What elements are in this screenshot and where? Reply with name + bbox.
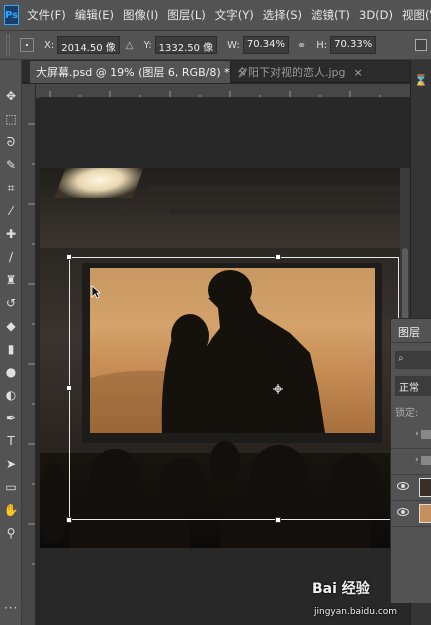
menu-image[interactable]: 图像(I) [123,7,158,23]
warp-toggle-icon[interactable] [415,39,427,51]
eyedropper-tool-icon[interactable]: ⁄ [3,203,19,219]
blend-mode-select[interactable]: 正常 [395,376,431,396]
chevron-right-icon[interactable]: › [415,455,419,465]
clone-stamp-tool-icon[interactable]: ♜ [3,272,19,288]
tab-active-label: 大屏幕.psd @ 19% (图层 6, RGB/8) * [36,66,230,79]
transform-handle-bottom-left[interactable] [66,517,72,523]
path-selection-tool-icon[interactable]: ➤ [3,456,19,472]
cursor-arrow-icon [91,285,101,299]
history-panel-icon[interactable]: ⌛ [414,74,428,87]
menu-edit[interactable]: 编辑(E) [75,7,114,23]
horizontal-ruler-ticks [49,91,381,97]
photoshop-logo[interactable]: Ps [4,5,20,25]
layer-row[interactable] [391,475,431,501]
menu-type[interactable]: 文字(Y) [215,7,254,23]
folder-icon [421,430,431,439]
y-field[interactable]: 1332.50 像 [154,36,218,54]
type-tool-icon[interactable]: T [3,433,19,449]
options-bar: X: 2014.50 像 △ Y: 1332.50 像 W: 70.34% ⚭ … [0,30,431,60]
zoom-tool-icon[interactable]: ⚲ [3,525,19,541]
layers-panel-title[interactable]: 图层 [391,319,431,343]
w-label: W: [227,39,240,51]
watermark-url: jingyan.baidu.com [314,607,398,617]
more-tools-icon[interactable]: ··· [4,601,18,615]
gradient-tool-icon[interactable]: ▮ [3,341,19,357]
vertical-ruler-ticks [28,123,35,565]
y-label: Y: [143,39,152,51]
hand-tool-icon[interactable]: ✋ [3,502,19,518]
brush-tool-icon[interactable]: ∕ [3,249,19,265]
shape-tool-icon[interactable]: ▭ [3,479,19,495]
reference-point-icon[interactable] [20,38,34,52]
healing-brush-tool-icon[interactable]: ✚ [3,226,19,242]
transform-handle-left[interactable] [66,385,72,391]
menu-bar: Ps 文件(F) 编辑(E) 图像(I) 图层(L) 文字(Y) 选择(S) 滤… [0,0,431,30]
layer-filter-search[interactable]: ⌕ [395,351,431,369]
tools-panel: ✥ ⬚ ᘐ ✎ ⌗ ⁄ ✚ ∕ ♜ ↺ ◆ ▮ ● ◐ ✒ T ➤ ▭ ✋ ⚲ … [0,60,22,625]
transform-handle-top[interactable] [275,254,281,260]
layer-group-row[interactable]: › [391,449,431,475]
move-tool-icon[interactable]: ✥ [3,88,19,104]
eraser-tool-icon[interactable]: ◆ [3,318,19,334]
vertical-ruler[interactable] [22,84,36,625]
layer-thumbnail [419,504,431,523]
options-grip[interactable] [6,35,10,55]
history-brush-tool-icon[interactable]: ↺ [3,295,19,311]
layer-group-row[interactable]: › [391,423,431,449]
quick-select-tool-icon[interactable]: ✎ [3,157,19,173]
menu-3d[interactable]: 3D(D) [359,8,393,22]
x-label: X: [44,39,55,51]
w-field[interactable]: 70.34% [242,36,289,54]
layer-thumbnail [419,478,431,497]
visibility-eye-icon[interactable] [397,482,409,490]
dodge-tool-icon[interactable]: ◐ [3,387,19,403]
delta-icon[interactable]: △ [126,40,134,51]
transform-handle-bottom[interactable] [275,517,281,523]
watermark-brand: Bai 经验 [312,581,370,597]
close-icon[interactable]: × [354,66,363,79]
transform-center-icon[interactable] [273,384,283,394]
tab-inactive-document[interactable]: 夕阳下对视的恋人.jpg × [230,61,410,83]
h-label: H: [316,39,328,51]
audience-head [40,463,66,543]
search-icon: ⌕ [398,353,404,364]
menu-filter[interactable]: 滤镜(T) [311,7,350,23]
x-field[interactable]: 2014.50 像 [57,36,120,54]
transform-bounding-box[interactable] [69,257,399,520]
h-field[interactable]: 70.33% [330,36,377,54]
lock-label: 锁定: [395,408,419,419]
ceiling-beam [150,186,400,192]
chevron-right-icon[interactable]: › [415,429,419,439]
pen-tool-icon[interactable]: ✒ [3,410,19,426]
blur-tool-icon[interactable]: ● [3,364,19,380]
baidu-jingyan-watermark: Bai 经验 jingyan.baidu.com [312,578,427,622]
layers-panel: 图层 ⌕ 正常 锁定: › › [390,318,431,603]
folder-icon [421,456,431,465]
ceiling-beam [170,208,400,214]
marquee-tool-icon[interactable]: ⬚ [3,111,19,127]
document-tabs: 大屏幕.psd @ 19% (图层 6, RGB/8) * × 夕阳下对视的恋人… [22,61,431,83]
menu-select[interactable]: 选择(S) [263,7,302,23]
menu-layer[interactable]: 图层(L) [167,7,205,23]
tab-inactive-label: 夕阳下对视的恋人.jpg [237,66,346,79]
ceiling-light [54,168,144,198]
horizontal-ruler[interactable] [40,84,410,98]
crop-tool-icon[interactable]: ⌗ [3,180,19,196]
menu-view[interactable]: 视图(V) [402,7,431,23]
menu-file[interactable]: 文件(F) [27,7,66,23]
layer-row[interactable] [391,501,431,527]
transform-handle-top-left[interactable] [66,254,72,260]
lasso-tool-icon[interactable]: ᘐ [3,134,19,150]
visibility-eye-icon[interactable] [397,508,409,516]
link-icon[interactable]: ⚭ [297,39,306,52]
tab-active-document[interactable]: 大屏幕.psd @ 19% (图层 6, RGB/8) * × [30,61,247,83]
